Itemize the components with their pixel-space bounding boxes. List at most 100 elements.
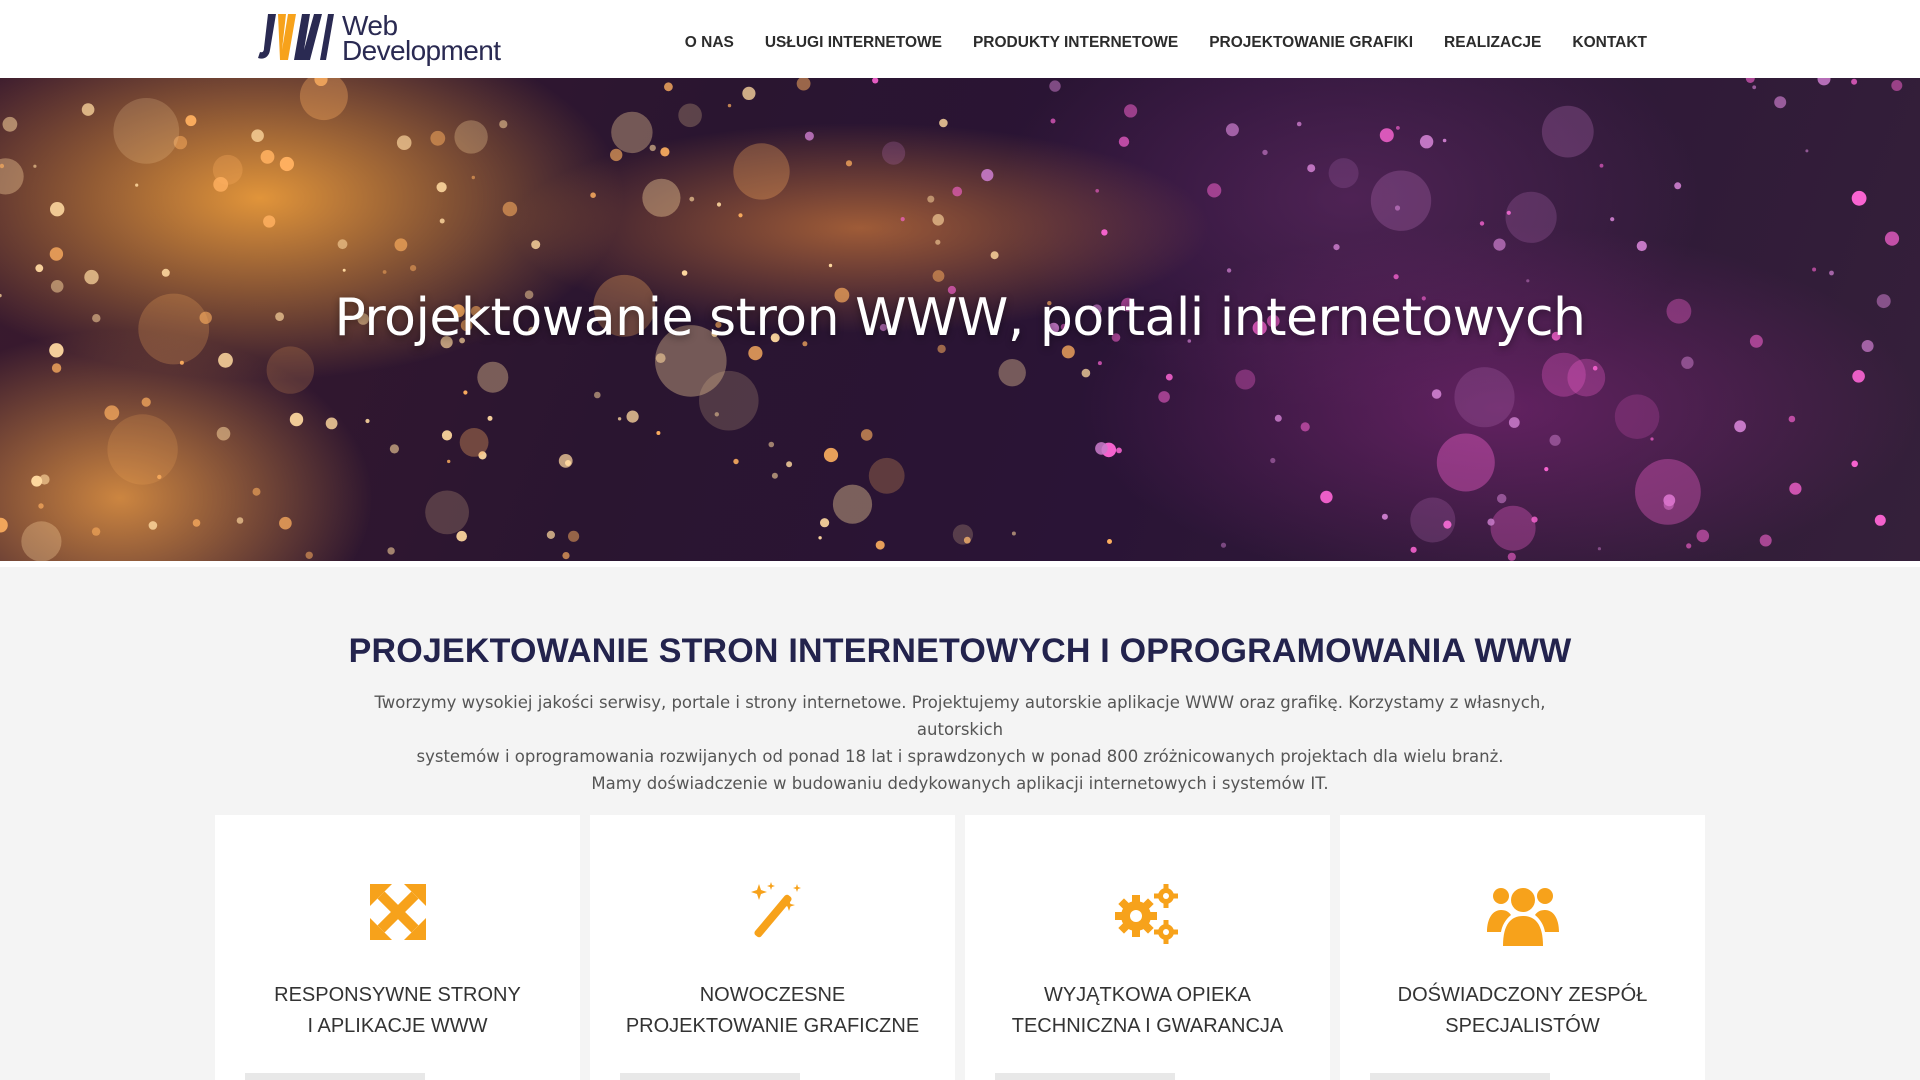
bokeh-particle [681,270,688,276]
bokeh-particle [104,405,120,421]
bokeh-particle [1097,361,1102,366]
bokeh-particle [382,270,387,274]
bokeh-particle [656,431,661,435]
nav-item-uslugi-internetowe[interactable]: USŁUGI INTERNETOWE [765,34,942,52]
bokeh-particle [365,418,370,424]
bokeh-particle [1681,356,1694,369]
bokeh-particle [1531,516,1538,523]
bokeh-particle [38,503,44,509]
bokeh-particle [1852,370,1865,383]
feature-title-line-2: I APLIKACJE WWW [307,1015,488,1037]
bokeh-particle [1379,128,1394,143]
bokeh-particle [436,182,447,193]
bokeh-particle [568,530,580,542]
feature-title-line-2: TECHNICZNA I GWARANCJA [1011,1015,1284,1037]
bokeh-particle [1817,78,1831,86]
bokeh-particle [626,410,639,423]
bokeh-particle [1124,104,1138,118]
bokeh-particle [2,116,18,132]
bokeh-particle [447,459,451,464]
intro-text: Tworzymy wysokiej jakości serwisy, porta… [340,689,1580,797]
bokeh-particle [1095,189,1099,193]
bokeh-particle [738,213,743,218]
bokeh-particle [678,103,702,128]
bokeh-particle [459,428,489,457]
bokeh-particle [1490,505,1536,551]
bokeh-particle [251,129,264,142]
bokeh-particle [642,178,681,217]
bokeh-particle [1597,547,1601,551]
intro-line-1: Tworzymy wysokiej jakości serwisy, porta… [374,693,1546,739]
bokeh-particle [900,217,905,222]
site-logo[interactable]: Web Development [258,10,501,66]
nav-item-kontakt[interactable]: KONTAKT [1572,34,1647,52]
bokeh-particle [664,82,673,92]
nav-item-realizacje[interactable]: REALIZACJE [1444,34,1541,52]
feature-text-cut [245,1073,545,1080]
feature-card-design[interactable]: NOWOCZESNE PROJEKTOWANIE GRAFICZNE [590,815,955,1080]
feature-cards: RESPONSYWNE STRONY I APLIKACJE WWW NOWOC… [215,815,1705,1080]
bokeh-particle [1752,85,1757,90]
bokeh-particle [660,147,670,157]
feature-title-line-1: NOWOCZESNE [699,984,846,1006]
bokeh-particle [236,517,244,524]
nav-item-produkty-internetowe[interactable]: PRODUKTY INTERNETOWE [973,34,1178,52]
bokeh-particle [742,86,756,100]
feature-title: DOŚWIADCZONY ZESPÓŁ SPECJALISTÓW [1350,980,1695,1042]
bokeh-particle [81,103,95,116]
bokeh-particle [786,461,793,468]
bokeh-particle [1165,373,1173,381]
bokeh-particle [804,131,814,141]
bokeh-particle [1805,149,1809,153]
bokeh-particle [1158,391,1170,403]
bokeh-particle [655,353,666,363]
bokeh-particle [1487,518,1495,526]
feature-title: WYJĄTKOWA OPIEKA TECHNICZNA I GWARANCJA [975,980,1320,1042]
bokeh-particle [1049,80,1061,92]
bokeh-particle [1635,459,1701,525]
hero-title: Projektowanie stron WWW, portali interne… [334,288,1586,348]
bokeh-particle [832,484,873,524]
bokeh-particle [1381,513,1388,520]
bokeh-particle [927,195,935,203]
bokeh-particle [51,363,62,373]
feature-title-line-2: PROJEKTOWANIE GRAFICZNE [625,1015,920,1037]
logo-line-2: Development [342,35,501,66]
bokeh-particle [50,202,65,217]
feature-text-cut [995,1073,1295,1080]
bokeh-particle [1226,268,1232,273]
magic-wand-icon [750,882,801,938]
bokeh-particle [185,115,197,127]
bokeh-particle [590,192,596,198]
bokeh-particle [252,487,261,496]
bokeh-particle [325,417,338,430]
bokeh-particle [1270,457,1276,464]
bokeh-particle [135,183,139,187]
bokeh-particle [1396,126,1400,130]
bokeh-particle [1410,546,1417,553]
jw-logo-mark-icon [258,14,334,60]
bokeh-particle [1011,531,1016,536]
bokeh-particle [796,78,811,91]
bokeh-particle [748,346,763,361]
feature-card-team[interactable]: DOŚWIADCZONY ZESPÓŁ SPECJALISTÓW [1340,815,1705,1080]
bokeh-particle [1774,96,1787,109]
bokeh-particle [1328,158,1359,189]
bokeh-particle [1225,123,1239,137]
bokeh-particle [649,144,656,152]
bokeh-particle [35,264,44,273]
bokeh-particle [689,196,695,202]
bokeh-particle [216,426,231,441]
bokeh-particle [1686,543,1692,549]
bokeh-particle [823,447,839,463]
feature-title-line-1: DOŚWIADCZONY ZESPÓŁ [1397,984,1648,1006]
bokeh-particle [0,517,8,533]
nav-item-projektowanie-grafiki[interactable]: PROJEKTOWANIE GRAFIKI [1209,34,1413,52]
bokeh-particle [1788,415,1796,423]
bokeh-particle [998,359,1026,387]
feature-card-support[interactable]: WYJĄTKOWA OPIEKA TECHNICZNA I GWARANCJA [965,815,1330,1080]
bokeh-particle [860,429,873,441]
nav-item-o-nas[interactable]: O NAS [685,34,734,52]
feature-card-responsive[interactable]: RESPONSYWNE STRONY I APLIKACJE WWW [215,815,580,1080]
bokeh-particle [771,472,778,479]
